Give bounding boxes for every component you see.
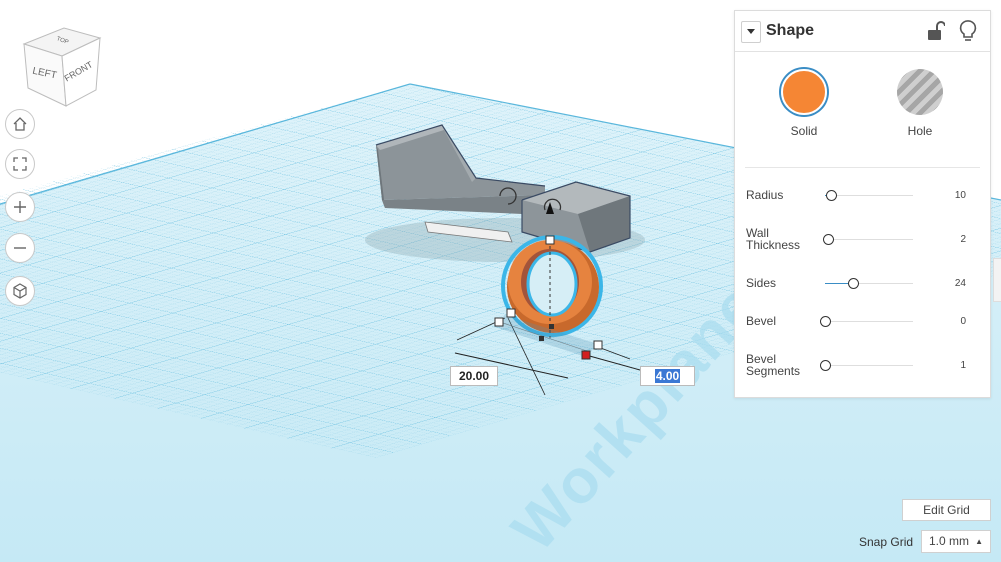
sides-slider[interactable] xyxy=(825,278,913,289)
width-dimension-field[interactable]: 20.00 xyxy=(450,366,498,386)
bevel-segments-value[interactable]: 1 xyxy=(960,360,966,371)
wall-thickness-slider-knob[interactable] xyxy=(823,234,835,245)
bevel-segments-property: Bevel Segments 1 xyxy=(735,351,990,381)
snap-grid-label: Snap Grid xyxy=(859,535,914,549)
home-view-button[interactable] xyxy=(5,109,35,139)
bevel-slider-knob[interactable] xyxy=(819,316,831,327)
bevel-property: Bevel 0 xyxy=(735,313,990,343)
snap-grid-select[interactable]: 1.0 mm ▲ xyxy=(921,530,991,553)
hole-label: Hole xyxy=(907,124,933,138)
radius-label: Radius xyxy=(746,188,784,202)
radius-slider-knob[interactable] xyxy=(825,190,837,201)
hole-option[interactable]: Hole xyxy=(880,69,960,138)
home-icon xyxy=(13,117,27,131)
depth-dimension-field[interactable]: 4.00 xyxy=(640,366,695,386)
caret-down-icon xyxy=(747,29,755,34)
wall-thickness-label: Wall Thickness xyxy=(746,226,801,252)
width-dimension-value: 20.00 xyxy=(458,369,490,383)
fit-view-button[interactable] xyxy=(5,149,35,179)
zoom-out-button[interactable] xyxy=(5,233,35,263)
cube-icon xyxy=(13,283,27,299)
radius-slider[interactable] xyxy=(825,190,913,201)
fit-icon xyxy=(13,157,27,171)
snap-grid-value: 1.0 mm xyxy=(929,534,970,548)
panel-divider xyxy=(745,167,980,168)
perspective-button[interactable] xyxy=(5,276,35,306)
solid-swatch xyxy=(781,69,827,115)
edit-grid-button[interactable]: Edit Grid xyxy=(902,499,991,521)
radius-value[interactable]: 10 xyxy=(955,190,966,201)
radius-property: Radius 10 xyxy=(735,187,990,217)
shape-inspector-panel: Shape Solid Hole Radius 10 Wall Thickness xyxy=(734,10,991,398)
minus-icon xyxy=(14,247,26,249)
solid-label: Solid xyxy=(790,124,818,138)
depth-dimension-value: 4.00 xyxy=(654,369,681,383)
solid-option[interactable]: Solid xyxy=(764,69,844,138)
sides-label: Sides xyxy=(746,276,777,290)
bevel-segments-label: Bevel Segments xyxy=(746,352,801,378)
unlock-icon[interactable] xyxy=(925,20,945,42)
bevel-slider[interactable] xyxy=(819,316,913,327)
bevel-segments-slider[interactable] xyxy=(819,360,913,371)
wall-thickness-property: Wall Thickness 2 xyxy=(735,225,990,255)
sides-property: Sides 24 xyxy=(735,275,990,305)
hole-swatch xyxy=(897,69,943,115)
bevel-segments-slider-knob[interactable] xyxy=(819,360,831,371)
bevel-value[interactable]: 0 xyxy=(960,316,966,327)
zoom-in-button[interactable] xyxy=(5,192,35,222)
wall-thickness-value[interactable]: 2 xyxy=(960,234,966,245)
plus-icon xyxy=(14,201,26,213)
sides-value[interactable]: 24 xyxy=(955,278,966,289)
sides-slider-knob[interactable] xyxy=(847,278,859,289)
side-panel-toggle[interactable] xyxy=(993,258,1001,302)
bevel-label: Bevel xyxy=(746,314,777,328)
caret-up-icon: ▲ xyxy=(975,537,983,546)
panel-header: Shape xyxy=(735,11,990,52)
wall-thickness-slider[interactable] xyxy=(823,234,913,245)
panel-title: Shape xyxy=(766,22,815,39)
view-cube[interactable]: TOP LEFT FRONT xyxy=(22,26,102,108)
collapse-panel-button[interactable] xyxy=(741,21,761,43)
lightbulb-icon[interactable] xyxy=(958,19,978,43)
